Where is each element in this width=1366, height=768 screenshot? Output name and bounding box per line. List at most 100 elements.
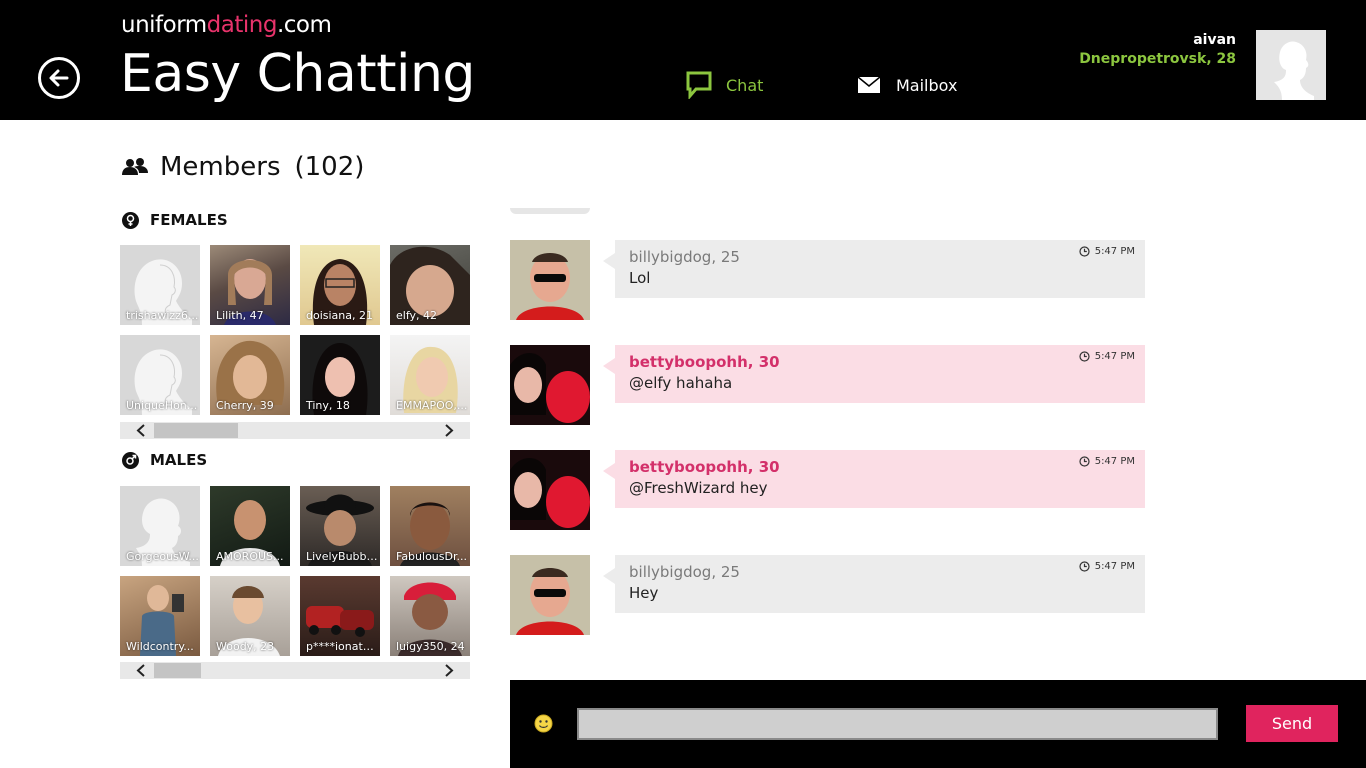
member-name: UniqueHon...	[126, 399, 198, 412]
member-name: FabulousDr...	[396, 550, 467, 563]
message-time: 5:47 PM	[1079, 561, 1135, 572]
message-item: billybigdog, 25 Lol 5:47 PM	[510, 240, 1150, 320]
member-tile[interactable]: elfy, 42	[390, 245, 470, 325]
mail-icon	[858, 77, 880, 93]
people-icon	[122, 158, 148, 175]
males-label: MALES	[150, 451, 208, 469]
members-count: (102)	[294, 152, 365, 182]
females-label: FEMALES	[150, 211, 228, 229]
member-tile[interactable]: luigy350, 24	[390, 576, 470, 656]
sender-avatar[interactable]	[510, 450, 590, 530]
sender-avatar[interactable]	[510, 555, 590, 635]
message-time: 5:47 PM	[1079, 456, 1135, 467]
message-text: Hey	[629, 584, 659, 602]
member-name: AMOROUS...	[216, 550, 284, 563]
scroll-left-icon[interactable]	[133, 662, 150, 679]
send-button[interactable]: Send	[1246, 705, 1338, 742]
member-tile[interactable]: Tiny, 18	[300, 335, 380, 415]
males-scrollbar[interactable]	[120, 662, 470, 679]
member-tile[interactable]: Woody, 23	[210, 576, 290, 656]
member-name: Tiny, 18	[306, 399, 350, 412]
member-tile[interactable]: FabulousDr...	[390, 486, 470, 566]
message-sender[interactable]: billybigdog, 25	[629, 248, 1131, 266]
brand-logo: uniformdating.com	[121, 12, 332, 38]
member-tile[interactable]: trishawizz6...	[120, 245, 200, 325]
back-button[interactable]	[38, 57, 80, 99]
message-text: Lol	[629, 269, 651, 287]
member-tile[interactable]: doisiana, 21	[300, 245, 380, 325]
clock-icon	[1079, 351, 1090, 362]
males-header: MALES	[122, 451, 207, 469]
member-name: LivelyBubbl...	[306, 550, 380, 563]
member-name: EMMAPOO,...	[396, 399, 468, 412]
message-sender[interactable]: bettyboopohh, 30	[629, 458, 1131, 476]
clock-icon	[1079, 456, 1090, 467]
clock-icon	[1079, 246, 1090, 257]
message-sender[interactable]: bettyboopohh, 30	[629, 353, 1131, 371]
chat-icon	[686, 71, 712, 99]
member-tile[interactable]: Wildcontry...	[120, 576, 200, 656]
member-photo	[510, 450, 590, 530]
member-photo	[510, 240, 590, 320]
member-name: Woody, 23	[216, 640, 275, 653]
user-name: aivan	[1193, 32, 1236, 48]
message-bubble: bettyboopohh, 30 @FreshWizard hey 5:47 P…	[603, 450, 1145, 508]
scroll-right-icon[interactable]	[440, 662, 457, 679]
nav-mailbox[interactable]: Mailbox	[858, 70, 957, 100]
message-text: @FreshWizard hey	[629, 479, 768, 497]
females-header: FEMALES	[122, 211, 228, 229]
app-header: uniformdating.com Easy Chatting Chat Mai…	[0, 0, 1366, 120]
message-input[interactable]	[577, 708, 1218, 740]
member-name: luigy350, 24	[396, 640, 465, 653]
message-time: 5:47 PM	[1079, 246, 1135, 257]
male-silhouette-icon	[1274, 41, 1314, 100]
member-tile[interactable]: LivelyBubbl...	[300, 486, 380, 566]
females-scrollbar[interactable]	[120, 422, 470, 439]
message-text: @elfy hahaha	[629, 374, 733, 392]
member-photo	[510, 345, 590, 425]
sender-avatar[interactable]	[510, 240, 590, 320]
member-tile[interactable]: GorgeousW...	[120, 486, 200, 566]
males-grid: GorgeousW... AMOROUS... LivelyBubbl... F…	[120, 486, 470, 656]
message-bubble: bettyboopohh, 30 @elfy hahaha 5:47 PM	[603, 345, 1145, 403]
members-title: Members	[160, 152, 281, 182]
scrollbar-thumb[interactable]	[154, 663, 201, 678]
member-name: doisiana, 21	[306, 309, 373, 322]
females-grid: trishawizz6... Lilith, 47 doisiana, 21 e…	[120, 245, 470, 415]
scrollbar-thumb[interactable]	[154, 423, 238, 438]
smiley-icon[interactable]	[534, 714, 553, 733]
member-name: Wildcontry...	[126, 640, 194, 653]
female-icon	[122, 211, 139, 229]
back-arrow-icon	[49, 69, 69, 87]
user-avatar[interactable]	[1256, 30, 1326, 100]
scroll-right-icon[interactable]	[440, 422, 457, 439]
compose-bar: Send	[510, 680, 1366, 768]
member-tile[interactable]: p****ionate...	[300, 576, 380, 656]
message-bubble: billybigdog, 25 Hey 5:47 PM	[603, 555, 1145, 613]
member-tile[interactable]: UniqueHon...	[120, 335, 200, 415]
scroll-left-icon[interactable]	[133, 422, 150, 439]
nav-chat[interactable]: Chat	[686, 70, 763, 100]
message-stub	[510, 208, 590, 214]
member-tile[interactable]: Cherry, 39	[210, 335, 290, 415]
sender-avatar[interactable]	[510, 345, 590, 425]
clock-icon	[1079, 561, 1090, 572]
member-name: GorgeousW...	[126, 550, 199, 563]
nav-mailbox-label: Mailbox	[896, 75, 958, 95]
user-location: Dnepropetrovsk, 28	[1079, 51, 1236, 67]
message-time: 5:47 PM	[1079, 351, 1135, 362]
message-item: bettyboopohh, 30 @FreshWizard hey 5:47 P…	[510, 450, 1150, 530]
message-bubble: billybigdog, 25 Lol 5:47 PM	[603, 240, 1145, 298]
message-sender[interactable]: billybigdog, 25	[629, 563, 1131, 581]
member-name: p****ionate...	[306, 640, 380, 653]
member-tile[interactable]: EMMAPOO,...	[390, 335, 470, 415]
member-tile[interactable]: AMOROUS...	[210, 486, 290, 566]
male-icon	[122, 451, 139, 469]
member-name: Cherry, 39	[216, 399, 274, 412]
members-header: Members (102)	[122, 152, 364, 182]
member-name: Lilith, 47	[216, 309, 264, 322]
page-title: Easy Chatting	[120, 44, 475, 104]
member-tile[interactable]: Lilith, 47	[210, 245, 290, 325]
message-item: bettyboopohh, 30 @elfy hahaha 5:47 PM	[510, 345, 1150, 425]
message-item: billybigdog, 25 Hey 5:47 PM	[510, 555, 1150, 635]
